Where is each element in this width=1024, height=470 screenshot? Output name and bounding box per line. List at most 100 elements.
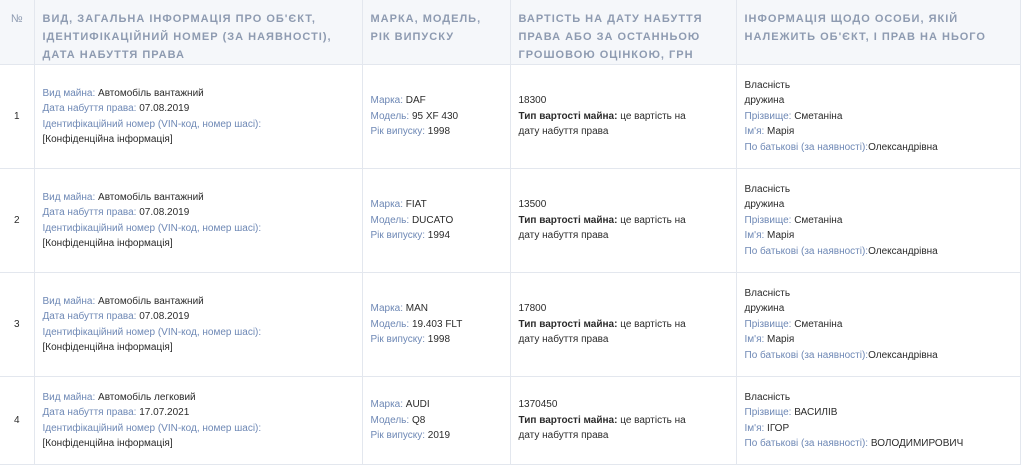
header-value: Вартість на дату набуття права або за ос… <box>510 0 737 65</box>
make-value: FIAT <box>405 199 427 211</box>
vin-value: [Конфіденційна інформація] <box>42 342 173 353</box>
label-value-type: Тип вартості майна: <box>518 414 618 426</box>
vin-value: [Конфіденційна інформація] <box>42 438 173 449</box>
right-type: Власність <box>744 391 791 403</box>
general-info-cell: Вид майна: Автомобіль вантажний Дата наб… <box>34 272 363 377</box>
label-vin: Ідентифікаційний номер (VIN-код, номер ш… <box>42 118 262 130</box>
table-row: 2 Вид майна: Автомобіль вантажний Дата н… <box>0 168 1021 273</box>
year-value: 2019 <box>427 430 451 442</box>
label-kind: Вид майна: <box>42 87 96 99</box>
value-type-line1: це вартість на <box>620 318 686 330</box>
name-value: Марія <box>767 126 795 138</box>
acq-date-value: 07.08.2019 <box>139 311 190 322</box>
value-cell: 17800 Тип вартості майна: це вартість на… <box>510 272 737 377</box>
header-number: № <box>0 0 35 65</box>
label-acq-date: Дата набуття права: <box>42 103 137 114</box>
label-patronymic: По батькові (за наявності): <box>744 438 869 449</box>
value-type-line1: це вартість на <box>620 414 686 426</box>
label-vin: Ідентифікаційний номер (VIN-код, номер ш… <box>42 326 262 338</box>
label-value-type: Тип вартості майна: <box>518 110 618 122</box>
row-number: 3 <box>0 272 35 377</box>
row-number: 4 <box>0 376 35 465</box>
label-kind: Вид майна: <box>42 295 96 307</box>
label-kind: Вид майна: <box>42 191 96 203</box>
cost-value: 13500 <box>518 199 547 211</box>
general-info-cell: Вид майна: Автомобіль легковий Дата набу… <box>34 376 363 465</box>
table-row: 4 Вид майна: Автомобіль легковий Дата на… <box>0 376 1021 465</box>
acq-date-value: 17.07.2021 <box>139 407 190 418</box>
label-value-type: Тип вартості майна: <box>518 318 618 330</box>
label-name: Ім'я: <box>744 334 765 346</box>
label-name: Ім'я: <box>744 126 765 138</box>
general-info-cell: Вид майна: Автомобіль вантажний Дата наб… <box>34 64 363 169</box>
model-value: DUCATO <box>411 214 454 226</box>
right-type: Власність <box>744 79 791 91</box>
surname-value: Сметаніна <box>794 318 843 330</box>
label-name: Ім'я: <box>744 422 765 434</box>
assets-table: № Вид, загальна інформація про об'єкт, і… <box>0 0 1021 465</box>
make-value: AUDI <box>405 399 430 411</box>
brand-model-cell: Марка: MAN Модель: 19.403 FLT Рік випуск… <box>362 272 511 377</box>
model-value: 95 XF 430 <box>411 110 459 122</box>
table-row: 3 Вид майна: Автомобіль вантажний Дата н… <box>0 272 1021 377</box>
right-type: Власність <box>744 183 791 195</box>
surname-value: Сметаніна <box>794 110 843 122</box>
patronymic-value: ВОЛОДИМИРОВИЧ <box>870 438 964 449</box>
label-patronymic: По батькові (за наявності): <box>744 141 869 153</box>
owner-info-cell: Власність дружина Прізвище: Сметаніна Ім… <box>736 272 1021 377</box>
row-number: 1 <box>0 64 35 169</box>
label-value-type: Тип вартості майна: <box>518 214 618 226</box>
label-model: Модель: <box>370 318 410 330</box>
label-make: Марка: <box>370 399 404 411</box>
value-cell: 1370450 Тип вартості майна: це вартість … <box>510 376 737 465</box>
brand-model-cell: Марка: FIAT Модель: DUCATO Рік випуску: … <box>362 168 511 273</box>
value-type-line1: це вартість на <box>620 214 686 226</box>
year-value: 1998 <box>427 126 451 138</box>
label-kind: Вид майна: <box>42 391 96 403</box>
table-header-row: № Вид, загальна інформація про об'єкт, і… <box>0 0 1021 65</box>
make-value: MAN <box>405 303 429 315</box>
patronymic-value: Олександрівна <box>868 141 938 153</box>
label-model: Модель: <box>370 214 410 226</box>
kind-value: Автомобіль вантажний <box>98 87 204 99</box>
relation: дружина <box>744 95 785 107</box>
relation: дружина <box>744 199 785 211</box>
label-model: Модель: <box>370 110 410 122</box>
brand-model-cell: Марка: DAF Модель: 95 XF 430 Рік випуску… <box>362 64 511 169</box>
general-info-cell: Вид майна: Автомобіль вантажний Дата наб… <box>34 168 363 273</box>
label-surname: Прізвище: <box>744 214 792 226</box>
surname-value: Сметаніна <box>794 214 843 226</box>
label-name: Ім'я: <box>744 230 765 242</box>
surname-value: ВАСИЛІВ <box>794 407 838 418</box>
label-acq-date: Дата набуття права: <box>42 311 137 322</box>
label-make: Марка: <box>370 199 404 211</box>
brand-model-cell: Марка: AUDI Модель: Q8 Рік випуску: 2019 <box>362 376 511 465</box>
label-surname: Прізвище: <box>744 407 792 418</box>
year-value: 1994 <box>427 230 451 242</box>
header-owner-info: Інформація щодо особи, якій належить об'… <box>736 0 1021 65</box>
label-year: Рік випуску: <box>370 126 426 138</box>
label-model: Модель: <box>370 414 410 426</box>
vin-value: [Конфіденційна інформація] <box>42 134 173 145</box>
name-value: ІГОР <box>767 422 790 434</box>
acq-date-value: 07.08.2019 <box>139 207 190 218</box>
value-type-line2: дату набуття права <box>518 430 609 442</box>
label-vin: Ідентифікаційний номер (VIN-код, номер ш… <box>42 422 262 434</box>
header-brand-model: Марка, модель, рік випуску <box>362 0 511 65</box>
kind-value: Автомобіль легковий <box>98 391 196 403</box>
owner-info-cell: Власність Прізвище: ВАСИЛІВ Ім'я: ІГОР П… <box>736 376 1021 465</box>
kind-value: Автомобіль вантажний <box>98 191 204 203</box>
right-type: Власність <box>744 287 791 299</box>
table-row: 1 Вид майна: Автомобіль вантажний Дата н… <box>0 64 1021 169</box>
value-type-line2: дату набуття права <box>518 126 609 138</box>
label-patronymic: По батькові (за наявності): <box>744 245 869 257</box>
value-cell: 18300 Тип вартості майна: це вартість на… <box>510 64 737 169</box>
make-value: DAF <box>405 95 426 107</box>
label-acq-date: Дата набуття права: <box>42 207 137 218</box>
name-value: Марія <box>767 334 795 346</box>
label-year: Рік випуску: <box>370 334 426 346</box>
value-type-line2: дату набуття права <box>518 230 609 242</box>
model-value: Q8 <box>411 414 426 426</box>
vin-value: [Конфіденційна інформація] <box>42 238 173 249</box>
label-year: Рік випуску: <box>370 230 426 242</box>
